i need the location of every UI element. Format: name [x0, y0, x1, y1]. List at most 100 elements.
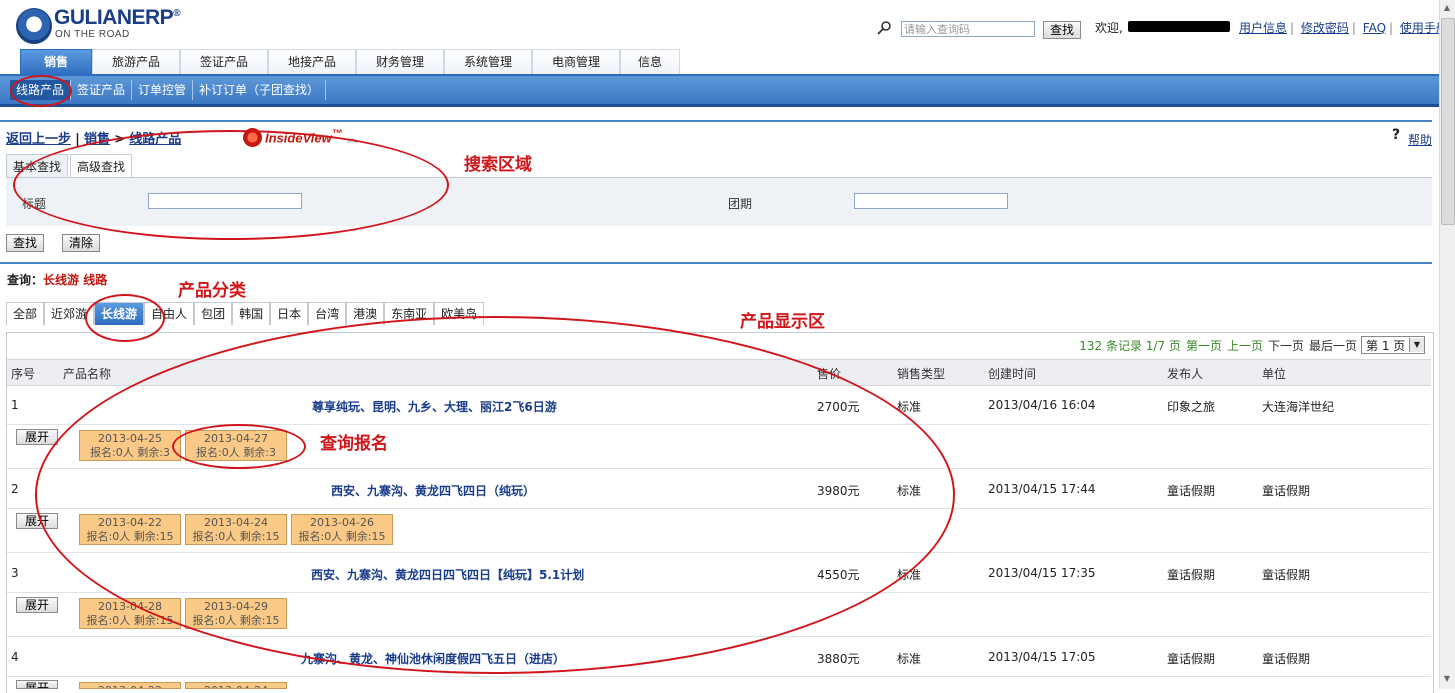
tour-date-chip[interactable]: 2013-04-24 报名:0人 剩余:15	[185, 514, 287, 545]
expand-button[interactable]: 展开	[16, 429, 59, 445]
subnav-order-control[interactable]: 订单控管	[132, 80, 194, 100]
tab-basic-search[interactable]: 基本查找	[6, 154, 69, 178]
redacted-username	[1128, 21, 1230, 32]
sub-nav-border	[0, 104, 1439, 107]
row-price: 2700元	[817, 400, 860, 414]
col-publisher: 发布人	[1167, 367, 1204, 381]
row-no: 4	[11, 650, 19, 664]
table-header: 序号 产品名称 售价 销售类型 创建时间 发布人 单位	[7, 359, 1431, 386]
company-logo	[16, 8, 52, 44]
scrollbar-thumb[interactable]	[1441, 18, 1455, 225]
find-button[interactable]: 查找	[6, 234, 45, 252]
first-page-link[interactable]: 第一页	[1186, 337, 1222, 354]
collapse-up-icon[interactable]: ︽	[347, 130, 358, 146]
annotation-display-area: 产品显示区	[740, 312, 825, 332]
row-created: 2013/04/15 17:35	[988, 566, 1096, 580]
crumb-sales-link[interactable]: 销售	[84, 132, 110, 147]
scroll-up-icon[interactable]: ▲	[1441, 3, 1453, 15]
annotation-category: 产品分类	[178, 281, 246, 301]
nav-ecommerce[interactable]: 电商管理	[532, 49, 620, 74]
chip-info: 报名:0人 剩余:15	[86, 530, 174, 543]
nav-finance[interactable]: 财务管理	[356, 49, 444, 74]
category-suburban[interactable]: 近郊游	[44, 302, 95, 325]
crumb-separator: |	[75, 132, 80, 147]
tour-date-label: 团期	[728, 197, 753, 211]
back-link[interactable]: 返回上一步	[6, 132, 71, 147]
nav-sales[interactable]: 销售	[20, 49, 92, 76]
category-southeast-asia[interactable]: 东南亚	[384, 302, 435, 325]
tour-date-chip[interactable]: 2013-04-25 报名:0人 剩余:3	[79, 430, 181, 461]
category-long-distance[interactable]: 长线游	[94, 302, 145, 325]
row-unit: 童话假期	[1262, 568, 1311, 582]
nav-visa-products[interactable]: 签证产品	[180, 49, 268, 74]
annotation-search-area: 搜索区域	[464, 155, 532, 175]
category-taiwan[interactable]: 台湾	[308, 302, 347, 325]
row-price: 3880元	[817, 652, 860, 666]
top-links: 用户信息 | 修改密码 | FAQ | 使用手册	[1236, 19, 1451, 36]
help-link[interactable]: 帮助	[1408, 131, 1432, 148]
row-publisher: 童话假期	[1167, 652, 1216, 666]
category-charter[interactable]: 包团	[194, 302, 233, 325]
nav-local-products[interactable]: 地接产品	[268, 49, 356, 74]
product-name-link[interactable]: 西安、九寨沟、黄龙四飞四日（纯玩）	[331, 482, 535, 499]
crumb-arrow: >	[114, 132, 126, 147]
insideview-label[interactable]: InsideView™	[265, 128, 343, 145]
row-publisher: 印象之旅	[1167, 400, 1216, 414]
product-name-link[interactable]: 尊享纯玩、昆明、九乡、大理、丽江2飞6日游	[312, 398, 557, 415]
scroll-down-icon[interactable]: ▼	[1441, 674, 1453, 686]
category-japan[interactable]: 日本	[270, 302, 309, 325]
title-input[interactable]	[148, 193, 302, 209]
chip-date: 2013-04-24	[204, 516, 268, 529]
row-divider	[7, 676, 1431, 677]
brand-tagline: ON THE ROAD	[55, 29, 130, 40]
subnav-route-products[interactable]: 线路产品	[10, 80, 72, 100]
main-nav: 销售 旅游产品 签证产品 地接产品 财务管理 系统管理 电商管理 信息	[20, 49, 680, 76]
tab-advanced-search[interactable]: 高级查找	[70, 154, 133, 178]
category-free-travel[interactable]: 自由人	[144, 302, 195, 325]
chip-info: 报名:0人 剩余:3	[196, 446, 276, 459]
tour-date-chip[interactable]: 2013-04-27 报名:0人 剩余:3	[185, 430, 287, 461]
category-euro-america-islands[interactable]: 欧美岛	[434, 302, 485, 325]
tour-date-chip[interactable]: 2013-04-22 报名:0人 剩余:15	[79, 514, 181, 545]
row-price: 4550元	[817, 568, 860, 582]
query-code-input[interactable]	[901, 21, 1035, 37]
expand-button[interactable]: 展开	[16, 597, 59, 613]
user-info-link[interactable]: 用户信息	[1239, 21, 1287, 35]
last-page-link[interactable]: 最后一页	[1309, 337, 1357, 354]
expand-button[interactable]: 展开	[16, 680, 59, 689]
subnav-supplement-orders[interactable]: 补订订单（子团查找）	[193, 80, 327, 100]
faq-link[interactable]: FAQ	[1363, 21, 1386, 35]
link-separator: |	[1351, 21, 1356, 35]
tour-date-chip[interactable]: 2013-04-24	[185, 682, 287, 689]
nav-tour-products[interactable]: 旅游产品	[92, 49, 180, 74]
nav-system[interactable]: 系统管理	[444, 49, 532, 74]
change-password-link[interactable]: 修改密码	[1301, 21, 1349, 35]
tour-date-chip[interactable]: 2013-04-28 报名:0人 剩余:15	[79, 598, 181, 629]
row-divider	[7, 552, 1431, 553]
tour-date-input[interactable]	[854, 193, 1008, 209]
query-summary: 查询：长线游 线路	[7, 271, 107, 288]
header-search-button[interactable]: 查找	[1043, 21, 1082, 39]
chip-info: 报名:0人 剩余:3	[90, 446, 170, 459]
clear-button[interactable]: 清除	[62, 234, 101, 252]
next-page-link[interactable]: 下一页	[1268, 337, 1304, 354]
tour-date-chip[interactable]: 2013-04-29 报名:0人 剩余:15	[185, 598, 287, 629]
nav-info[interactable]: 信息	[620, 49, 680, 74]
tour-date-chip[interactable]: 2013-04-22	[79, 682, 181, 689]
row-sale-type: 标准	[897, 568, 922, 582]
prev-page-link[interactable]: 上一页	[1227, 337, 1263, 354]
subnav-visa-products[interactable]: 签证产品	[71, 80, 133, 100]
row-created: 2013/04/16 16:04	[988, 398, 1096, 412]
category-all[interactable]: 全部	[6, 302, 45, 325]
chip-info: 报名:0人 剩余:15	[298, 530, 386, 543]
product-name-link[interactable]: 西安、九寨沟、黄龙四日四飞四日【纯玩】5.1计划	[311, 566, 584, 583]
category-korea[interactable]: 韩国	[232, 302, 271, 325]
category-hk-macau[interactable]: 港澳	[346, 302, 385, 325]
page-select[interactable]: 第 1 页 ▼	[1361, 336, 1425, 354]
row-divider	[7, 424, 1431, 425]
row-unit: 大连海洋世纪	[1262, 400, 1335, 414]
expand-button[interactable]: 展开	[16, 513, 59, 529]
tour-date-chip[interactable]: 2013-04-26 报名:0人 剩余:15	[291, 514, 393, 545]
crumb-current-page: 线路产品	[129, 132, 182, 147]
product-name-link[interactable]: 九寨沟、黄龙、神仙池休闲度假四飞五日（进店）	[301, 650, 565, 667]
